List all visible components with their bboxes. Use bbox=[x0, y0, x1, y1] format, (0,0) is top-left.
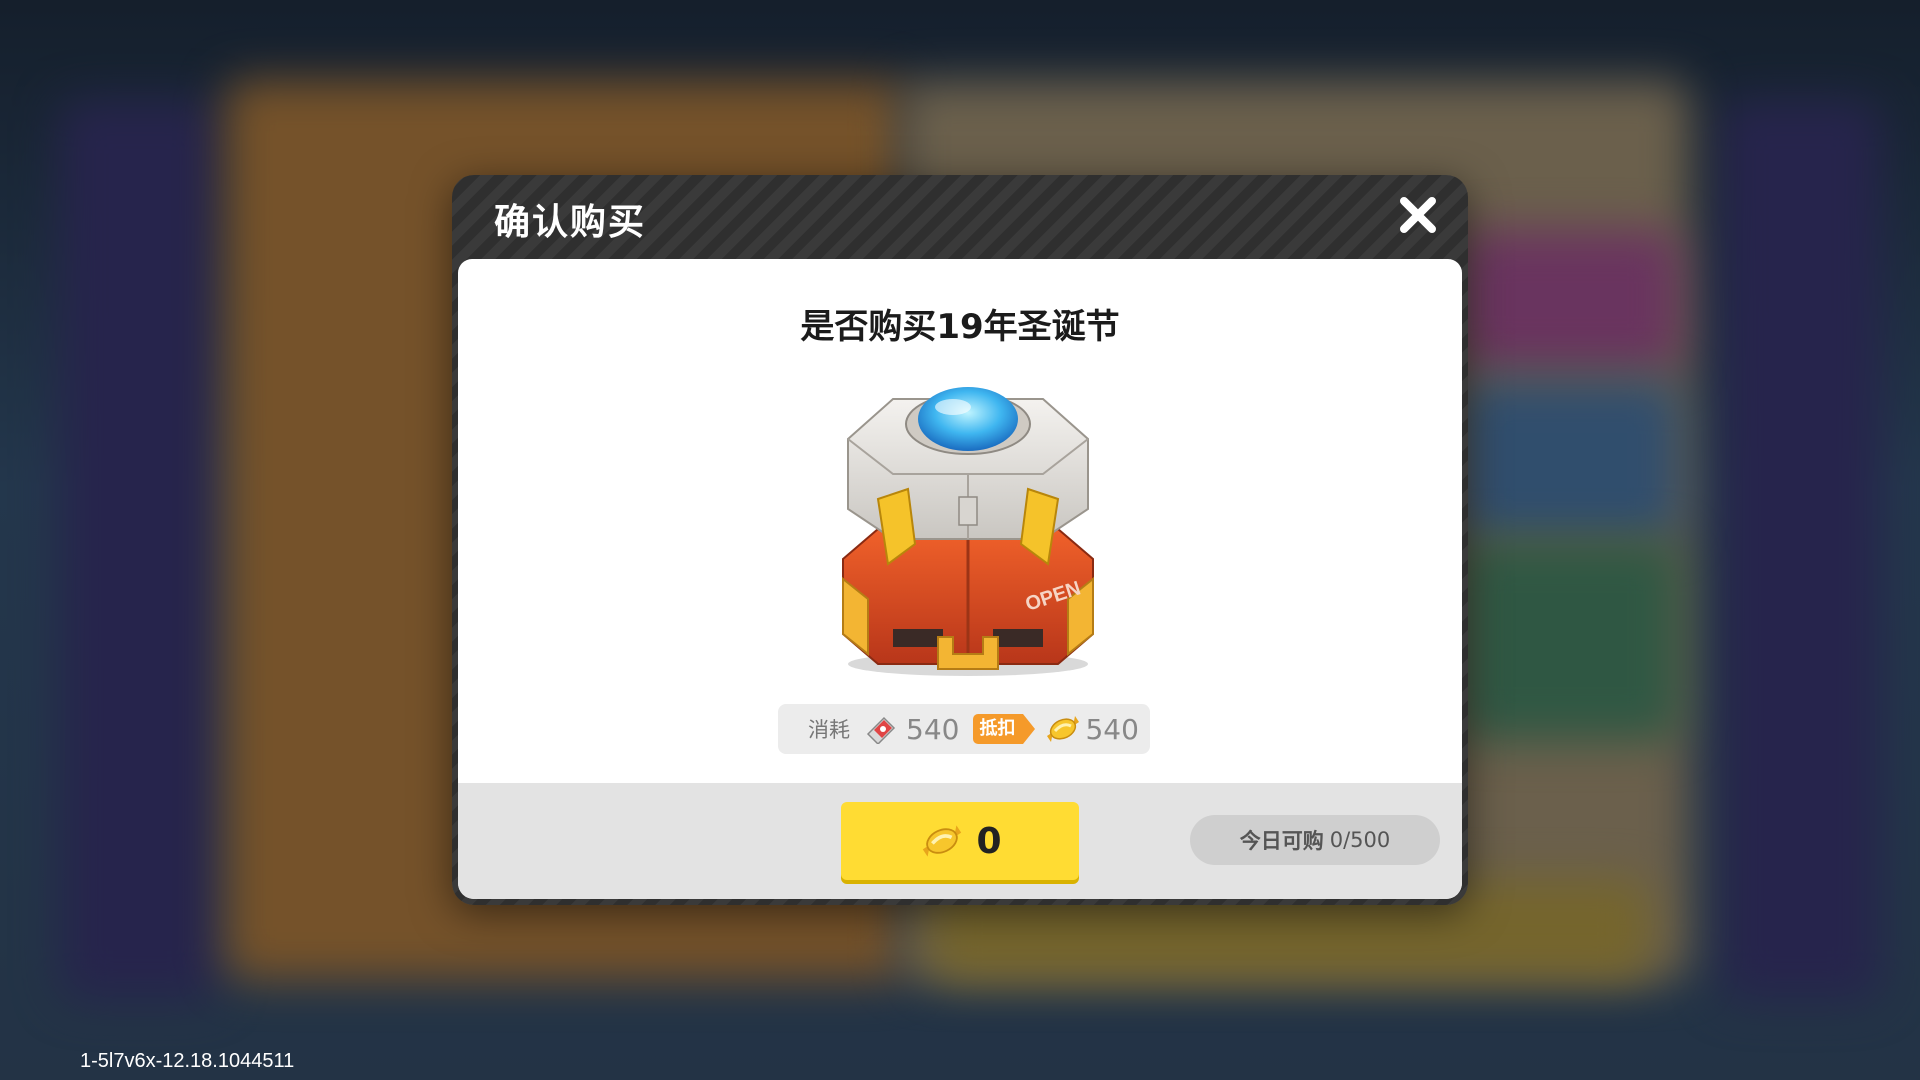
daily-limit-value: 0/500 bbox=[1329, 828, 1391, 852]
game-screen: 确认购买 是否购买19年圣诞节 OPEN 消耗 540 抵扣 540 0 今日可… bbox=[0, 0, 1920, 1080]
daily-limit-label: 今日可购 bbox=[1239, 829, 1324, 853]
build-version: 1-5l7v6x-12.18.1044511 bbox=[80, 1050, 295, 1072]
purchase-confirm-dialog: 确认购买 是否购买19年圣诞节 OPEN 消耗 540 抵扣 540 0 今日可… bbox=[452, 175, 1468, 905]
close-button[interactable] bbox=[1394, 191, 1442, 239]
dialog-title: 确认购买 bbox=[494, 202, 647, 243]
loot-box-image: OPEN bbox=[842, 387, 1094, 676]
candy-cost-amount: 540 bbox=[1085, 712, 1139, 746]
coupon-ticket-icon bbox=[866, 716, 896, 744]
cost-info: 消耗 540 抵扣 540 bbox=[778, 704, 1150, 754]
dialog-footer: 0 今日可购 0/500 bbox=[458, 783, 1462, 899]
dialog-body: 是否购买19年圣诞节 OPEN 消耗 540 抵扣 540 0 今日可购 0/5… bbox=[458, 259, 1462, 899]
purchase-question: 是否购买19年圣诞节 bbox=[800, 307, 1120, 347]
close-icon bbox=[1400, 197, 1436, 233]
confirm-buy-button[interactable]: 0 bbox=[841, 802, 1079, 880]
daily-purchase-limit: 今日可购 0/500 bbox=[1190, 815, 1440, 865]
coupon-cost-amount: 540 bbox=[906, 712, 960, 746]
candy-currency-icon bbox=[923, 825, 962, 857]
cost-label: 消耗 bbox=[808, 718, 850, 742]
candy-currency-icon bbox=[1047, 716, 1080, 742]
deduct-tag: 抵扣 bbox=[973, 714, 1036, 744]
buy-price: 0 bbox=[976, 820, 1002, 862]
